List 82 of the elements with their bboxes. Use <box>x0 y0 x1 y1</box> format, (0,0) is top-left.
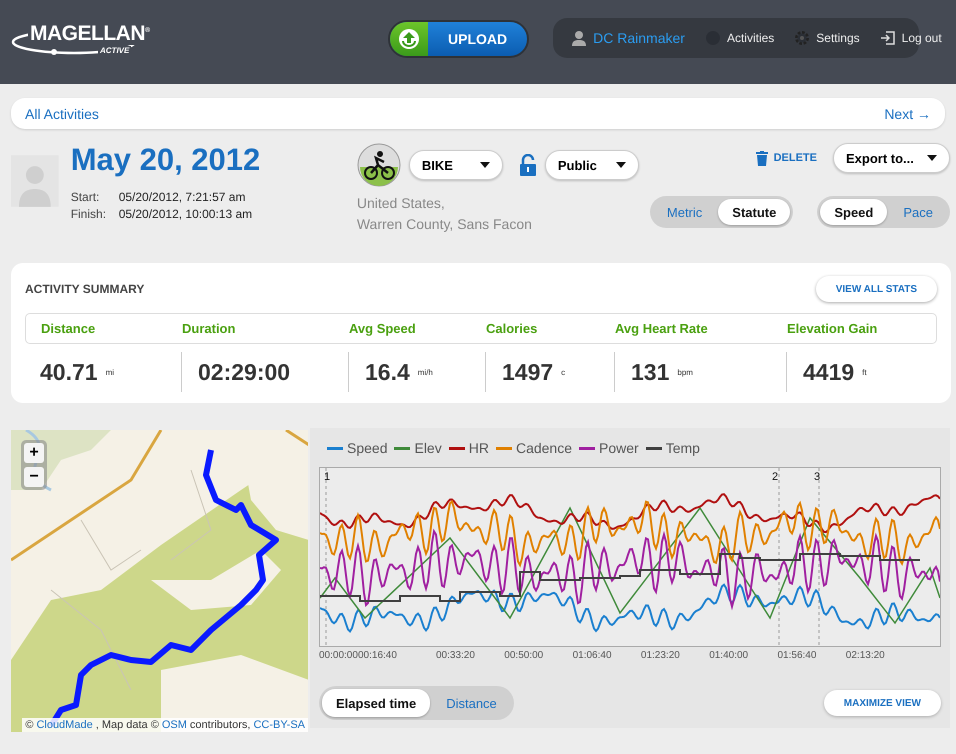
view-all-stats-button[interactable]: VIEW ALL STATS <box>816 276 937 302</box>
upload-button[interactable]: UPLOAD <box>388 20 530 58</box>
stat-unit: bpm <box>677 368 693 376</box>
stat-unit: ft <box>862 368 867 376</box>
axis-tick-label: 01:23:20 <box>640 650 680 661</box>
user-link[interactable]: DC Rainmaker <box>571 30 685 46</box>
zoom-out-button[interactable]: − <box>24 467 44 487</box>
gear-icon <box>794 30 810 46</box>
trash-icon <box>756 150 768 166</box>
attribution-link[interactable]: CloudMade <box>36 719 93 731</box>
axis-tick-label: 01:56:40 <box>778 650 816 661</box>
stat-unit: mi <box>106 368 114 376</box>
lap-marker: 2 <box>772 471 778 483</box>
legend-label[interactable]: Temp <box>666 440 700 456</box>
padlock-icon <box>518 154 537 176</box>
location-text: United States, <box>356 194 446 213</box>
privacy-dropdown[interactable]: Public <box>544 150 639 180</box>
legend-label[interactable]: Cadence <box>516 440 572 456</box>
menu-link[interactable]: Settings <box>794 30 860 46</box>
attribution-text: contributors, <box>190 719 250 731</box>
axis-tick-label: 00:33:20 <box>436 650 475 661</box>
finish-time: 05/20/2012, 10:00:13 am <box>118 207 254 221</box>
stat-unit: mi/h <box>418 368 433 376</box>
unit-toggle[interactable]: Metric <box>652 199 716 225</box>
stat-unit: c <box>561 368 566 376</box>
attribution-text: , Map data © <box>96 719 159 731</box>
pace-toggle[interactable]: Speed <box>820 199 888 225</box>
stat-value: 4419 <box>803 358 854 386</box>
legend-label[interactable]: Speed <box>347 440 388 456</box>
axis-tick-label: 01:06:40 <box>572 650 612 661</box>
stat-label: Distance <box>41 321 96 336</box>
legend-label[interactable]: Power <box>599 440 639 456</box>
stat-value: 16.4 <box>365 358 410 386</box>
lap-marker: 3 <box>814 471 820 483</box>
back-link[interactable]: All Activities <box>25 106 99 122</box>
menu-link[interactable]: Log out <box>880 30 942 46</box>
user-icon <box>571 30 588 46</box>
stat-value: 02:29:00 <box>198 358 290 386</box>
section-title: ACTIVITY SUMMARY <box>25 282 144 296</box>
axis-tick-label: 02:13:20 <box>846 650 885 661</box>
attribution-text: © <box>25 719 34 731</box>
delete-button[interactable]: DELETE <box>756 150 817 166</box>
unit-toggle[interactable]: Statute <box>718 199 790 225</box>
logo-subtitle: ACTIVE <box>98 46 132 56</box>
finish-label: Finish: <box>70 207 108 221</box>
axis-tick-label: 00:00:00 <box>319 650 358 661</box>
start-label: Start: <box>70 190 100 204</box>
stat-value: 1497 <box>502 358 554 386</box>
attribution-link[interactable]: OSM <box>162 719 187 731</box>
legend-label[interactable]: HR <box>468 440 489 456</box>
caret-icon <box>480 162 490 168</box>
next-link[interactable]: Next → <box>884 106 931 122</box>
stat-value: 131 <box>631 358 670 386</box>
maximize-view-button[interactable]: MAXIMIZE VIEW <box>824 690 941 716</box>
upload-icon <box>398 28 420 50</box>
location-text: Warren County, Sans Facon <box>356 215 533 234</box>
stat-label: Avg Heart Rate <box>615 321 709 336</box>
caret-icon <box>616 162 626 168</box>
axis-tick-label: 00:50:00 <box>504 650 544 661</box>
stat-label: Duration <box>182 321 236 336</box>
logout-icon <box>880 30 896 46</box>
cyclist-icon <box>356 143 401 187</box>
caret-icon <box>927 155 937 161</box>
pace-toggle[interactable]: Pace <box>889 199 947 225</box>
stat-value: 40.71 <box>40 358 98 386</box>
export-dropdown[interactable]: Export to... <box>833 143 950 173</box>
axis-toggle[interactable]: Elapsed time <box>322 689 430 717</box>
avatar-icon <box>11 155 59 207</box>
start-time: 05/20/2012, 7:21:57 am <box>118 190 246 204</box>
zoom-in-button[interactable]: + <box>24 443 44 463</box>
attribution-link[interactable]: CC-BY-SA <box>253 719 305 731</box>
axis-tick-label: 01:40:00 <box>709 650 748 661</box>
stat-label: Elevation Gain <box>787 321 878 336</box>
activity-title: May 20, 2012 <box>70 143 262 177</box>
axis-tick-label: 00:16:40 <box>358 650 397 661</box>
sport-dropdown[interactable]: BIKE <box>408 150 503 180</box>
stat-label: Calories <box>486 321 538 336</box>
stat-label: Avg Speed <box>349 321 417 336</box>
legend-label[interactable]: Elev <box>414 440 442 456</box>
axis-toggle[interactable]: Distance <box>432 689 511 717</box>
lap-marker: 1 <box>324 471 330 483</box>
menu-link[interactable]: Activities <box>704 30 774 46</box>
